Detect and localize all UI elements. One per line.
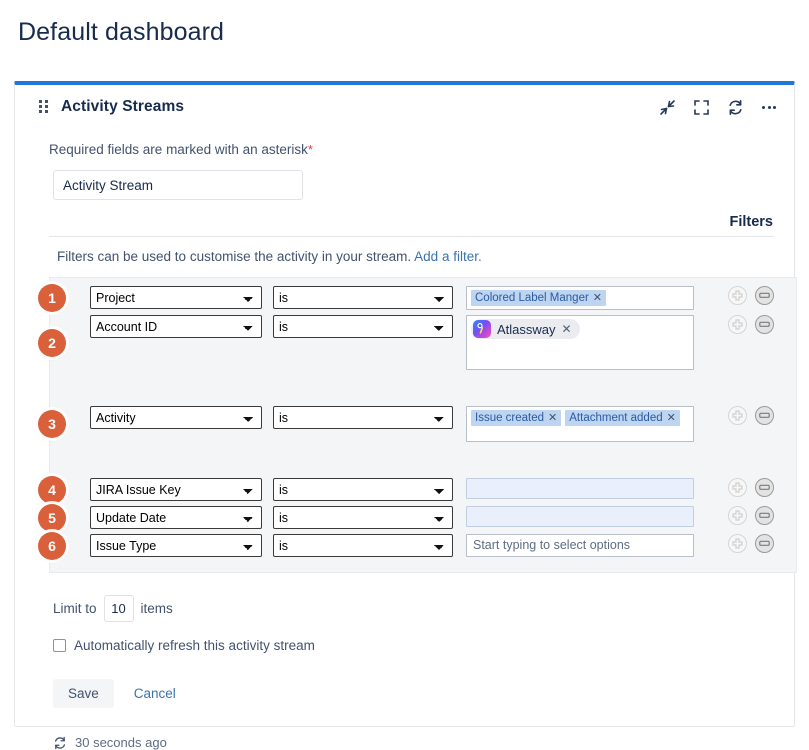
chip-remove-icon[interactable]: ✕ bbox=[593, 291, 602, 305]
more-options-icon[interactable] bbox=[760, 98, 778, 116]
chip-label: Attachment added bbox=[569, 411, 662, 425]
chip-remove-icon[interactable]: ✕ bbox=[562, 322, 572, 336]
filter-operator-select[interactable]: is bbox=[273, 286, 453, 309]
filter-field-select[interactable]: Activity bbox=[90, 406, 262, 429]
filter-row-actions bbox=[728, 406, 796, 425]
add-filter-row-icon[interactable] bbox=[728, 286, 747, 305]
remove-filter-row-icon[interactable] bbox=[755, 286, 774, 305]
filter-operator-select[interactable]: is bbox=[273, 315, 453, 338]
auto-refresh-label: Automatically refresh this activity stre… bbox=[74, 638, 315, 653]
remove-filter-row-icon[interactable] bbox=[755, 534, 774, 553]
filter-value-box[interactable]: Atlassway ✕ bbox=[466, 315, 694, 370]
filters-panel: 1 Project is Colored Label Manger ✕ bbox=[49, 277, 797, 573]
remove-filter-row-icon[interactable] bbox=[755, 478, 774, 497]
filter-value-box[interactable] bbox=[466, 506, 694, 527]
filter-value-box[interactable]: Colored Label Manger ✕ bbox=[466, 286, 694, 310]
filter-operator-select[interactable]: is bbox=[273, 506, 453, 529]
filter-value-chip[interactable]: Attachment added ✕ bbox=[565, 410, 680, 426]
filter-field-select[interactable]: Issue Type bbox=[90, 534, 262, 557]
limit-input[interactable] bbox=[104, 595, 134, 622]
filter-row: 1 Project is Colored Label Manger ✕ bbox=[50, 286, 796, 310]
filter-row-actions bbox=[728, 534, 796, 553]
gadget-title: Activity Streams bbox=[61, 98, 184, 116]
filter-operator-select[interactable]: is bbox=[273, 534, 453, 557]
filter-row-actions bbox=[728, 478, 796, 497]
remove-filter-row-icon[interactable] bbox=[755, 506, 774, 525]
filter-value-placeholder: Start typing to select options bbox=[473, 537, 630, 554]
filter-row-number-badge: 4 bbox=[38, 476, 66, 504]
filter-field-select[interactable]: Project bbox=[90, 286, 262, 309]
filter-row-actions bbox=[728, 315, 796, 334]
filter-row-actions bbox=[728, 286, 796, 305]
remove-filter-row-icon[interactable] bbox=[755, 315, 774, 334]
filters-heading: Filters bbox=[49, 200, 774, 236]
filter-field-select[interactable]: Update Date bbox=[90, 506, 262, 529]
filter-value-chip[interactable]: Issue created ✕ bbox=[471, 410, 561, 426]
filter-row: 6 Issue Type is Start typing to select o… bbox=[50, 534, 796, 557]
filter-value-box[interactable]: Start typing to select options bbox=[466, 534, 694, 557]
filter-value-user-chip[interactable]: Atlassway ✕ bbox=[471, 319, 580, 339]
filter-row: 3 Activity is Issue created ✕ Attachment… bbox=[50, 406, 796, 442]
remove-filter-row-icon[interactable] bbox=[755, 406, 774, 425]
filter-row-actions bbox=[728, 506, 796, 525]
auto-refresh-row[interactable]: Automatically refresh this activity stre… bbox=[35, 622, 774, 653]
gadget-body: Required fields are marked with an aster… bbox=[15, 129, 794, 750]
add-filter-row-icon[interactable] bbox=[728, 534, 747, 553]
maximize-icon[interactable] bbox=[692, 98, 710, 116]
add-a-filter-link[interactable]: Add a filter. bbox=[414, 249, 482, 264]
filter-row-number-badge: 5 bbox=[38, 504, 66, 532]
refresh-icon[interactable] bbox=[53, 736, 67, 750]
chip-label: Atlassway bbox=[497, 322, 556, 337]
gadget-header: Activity Streams bbox=[15, 85, 794, 129]
limit-prefix-label: Limit to bbox=[53, 601, 97, 616]
limit-row: Limit to items bbox=[35, 573, 774, 622]
add-filter-row-icon[interactable] bbox=[728, 406, 747, 425]
filter-row-number-badge: 1 bbox=[38, 284, 66, 312]
gadget-header-actions bbox=[658, 98, 778, 116]
filter-operator-select[interactable]: is bbox=[273, 406, 453, 429]
activity-streams-gadget: Activity Streams bbox=[14, 81, 795, 727]
refresh-icon[interactable] bbox=[726, 98, 744, 116]
chip-remove-icon[interactable]: ✕ bbox=[548, 411, 557, 425]
chip-remove-icon[interactable]: ✕ bbox=[667, 411, 676, 425]
avatar bbox=[473, 320, 491, 338]
filter-value-chip[interactable]: Colored Label Manger ✕ bbox=[471, 290, 606, 306]
filter-field-select[interactable]: Account ID bbox=[90, 315, 262, 338]
add-filter-row-icon[interactable] bbox=[728, 478, 747, 497]
filter-operator-select[interactable]: is bbox=[273, 478, 453, 501]
last-refresh-row: 30 seconds ago bbox=[35, 708, 774, 750]
filter-value-box[interactable]: Issue created ✕ Attachment added ✕ bbox=[466, 406, 694, 442]
filter-row-number-badge: 3 bbox=[38, 410, 66, 438]
form-actions: Save Cancel bbox=[35, 653, 774, 708]
page-title: Default dashboard bbox=[0, 0, 809, 47]
filter-row: 2 Account ID is bbox=[50, 315, 796, 370]
save-button[interactable]: Save bbox=[53, 679, 114, 708]
required-fields-note: Required fields are marked with an aster… bbox=[35, 129, 774, 157]
filters-description: Filters can be used to customise the act… bbox=[35, 237, 774, 264]
required-asterisk: * bbox=[308, 142, 313, 157]
auto-refresh-checkbox[interactable] bbox=[53, 639, 66, 652]
filter-row: 5 Update Date is bbox=[50, 506, 796, 529]
filter-field-select[interactable]: JIRA Issue Key bbox=[90, 478, 262, 501]
filter-row-number-badge: 6 bbox=[38, 532, 66, 560]
last-refresh-label: 30 seconds ago bbox=[75, 735, 167, 750]
chip-label: Issue created bbox=[475, 411, 544, 425]
limit-suffix-label: items bbox=[141, 601, 173, 616]
filters-description-text: Filters can be used to customise the act… bbox=[57, 249, 411, 264]
add-filter-row-icon[interactable] bbox=[728, 315, 747, 334]
stream-name-input[interactable] bbox=[53, 170, 303, 200]
filter-row-number-badge: 2 bbox=[38, 329, 66, 357]
filter-row: 4 JIRA Issue Key is bbox=[50, 478, 796, 501]
minimize-icon[interactable] bbox=[658, 98, 676, 116]
required-fields-text: Required fields are marked with an aster… bbox=[49, 142, 308, 157]
chip-label: Colored Label Manger bbox=[475, 291, 589, 305]
cancel-button[interactable]: Cancel bbox=[134, 686, 176, 701]
filter-value-box[interactable] bbox=[466, 478, 694, 499]
drag-handle-icon[interactable] bbox=[39, 100, 49, 114]
add-filter-row-icon[interactable] bbox=[728, 506, 747, 525]
